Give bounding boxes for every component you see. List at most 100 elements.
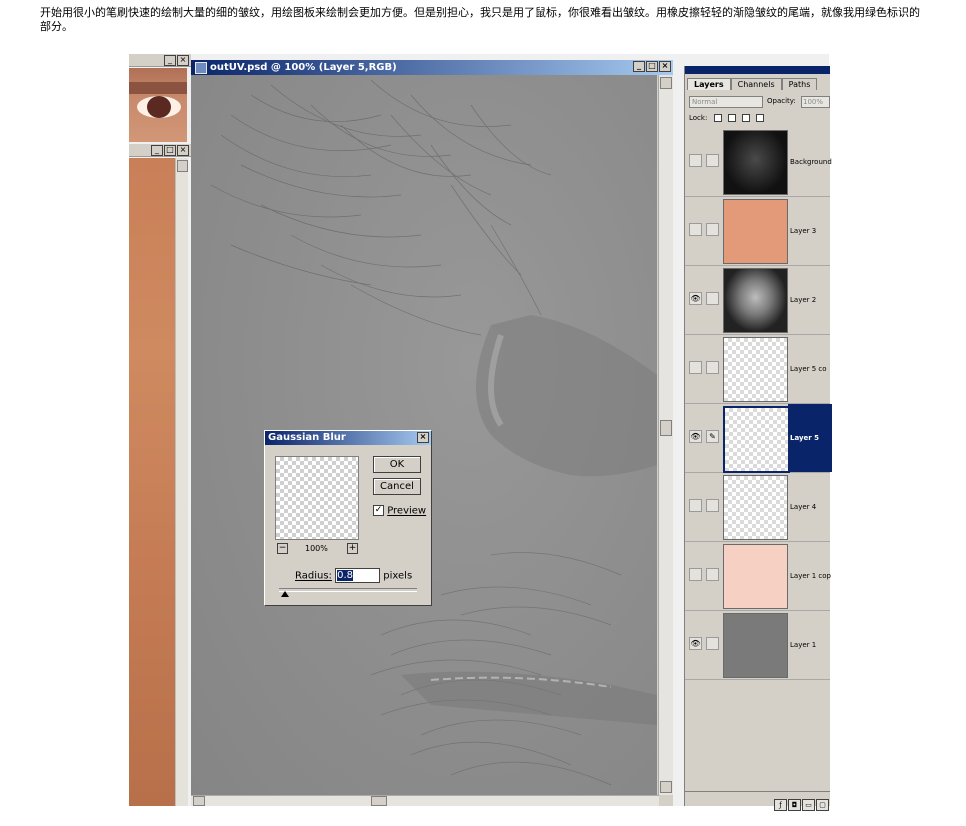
radius-unit: pixels [383, 570, 413, 582]
layer-row[interactable]: 👁 Layer 1 [685, 611, 830, 680]
layer-thumbnail [723, 337, 788, 402]
layer-row-selected[interactable]: 👁 ✎ Layer 5 [685, 404, 832, 473]
blend-mode-select[interactable]: Normal [689, 96, 763, 108]
scroll-left-arrow[interactable] [193, 796, 205, 806]
layer-name: Layer 2 [790, 296, 817, 304]
cancel-button[interactable]: Cancel [373, 478, 421, 495]
dialog-close-button[interactable]: × [417, 432, 429, 443]
zoom-out-button[interactable]: − [277, 543, 288, 554]
radius-label: Radius: [295, 570, 332, 582]
new-set-icon[interactable]: ▭ [802, 799, 815, 811]
ok-button[interactable]: OK [373, 456, 421, 473]
radius-input[interactable]: 0.8 [335, 568, 381, 583]
palette-footer: ƒ ◘ ▭ ▢ [685, 791, 830, 811]
tab-layers[interactable]: Layers [687, 78, 731, 90]
tab-paths[interactable]: Paths [781, 78, 818, 90]
radius-slider-handle[interactable] [281, 591, 289, 597]
layer-thumbnail [723, 268, 788, 333]
radius-row: Radius: 0.8 pixels [295, 568, 412, 583]
layer-thumbnail [723, 475, 788, 540]
eye-reference-image [129, 68, 187, 142]
preview-checkbox[interactable]: ✓ [373, 505, 384, 516]
radius-slider-track[interactable] [279, 588, 417, 592]
eye-icon[interactable]: 👁 [689, 637, 702, 650]
link-toggle[interactable] [706, 499, 719, 512]
link-toggle[interactable] [706, 361, 719, 374]
layer-name: Layer 4 [790, 503, 817, 511]
reference-window: _ × _ □ × [129, 54, 191, 806]
layer-name: Background [790, 158, 832, 166]
minimize-button[interactable]: _ [151, 145, 163, 156]
layer-row[interactable]: Background [685, 128, 832, 197]
brush-icon[interactable]: ✎ [706, 430, 719, 443]
maximize-button[interactable]: □ [164, 145, 176, 156]
gaussian-blur-dialog: Gaussian Blur × OK Cancel ✓ Preview − 10… [264, 430, 432, 606]
scroll-down-arrow[interactable] [660, 781, 672, 793]
filter-preview[interactable] [275, 456, 359, 540]
radius-value: 0.8 [337, 570, 353, 581]
lock-transparency-checkbox[interactable] [713, 114, 722, 122]
zoom-in-button[interactable]: + [347, 543, 358, 554]
layer-thumbnail [723, 199, 788, 264]
layer-mask-icon[interactable]: ◘ [788, 799, 801, 811]
scroll-thumb[interactable] [660, 420, 672, 436]
layer-thumbnail [723, 406, 790, 473]
document-horizontal-scrollbar[interactable] [191, 795, 659, 806]
lock-label: Lock: [689, 114, 708, 122]
dialog-titlebar[interactable]: Gaussian Blur × [265, 431, 431, 445]
layer-name: Layer 5 [788, 404, 832, 472]
lock-all-checkbox[interactable] [756, 114, 765, 122]
document-vertical-scrollbar[interactable] [658, 75, 673, 795]
preview-checkbox-row[interactable]: ✓ Preview [373, 505, 426, 517]
visibility-toggle[interactable] [689, 154, 702, 167]
opacity-label: Opacity: [767, 97, 796, 105]
tutorial-caption: 开始用很小的笔刷快速的绘制大量的细的皱纹，用绘图板来绘制会更加方便。但是别担心，… [40, 6, 920, 33]
visibility-toggle[interactable] [689, 568, 702, 581]
scroll-up-arrow[interactable] [177, 160, 188, 172]
visibility-toggle[interactable] [689, 223, 702, 236]
link-toggle[interactable] [706, 223, 719, 236]
layer-row[interactable]: Layer 1 cop [685, 542, 831, 611]
visibility-toggle[interactable] [689, 361, 702, 374]
link-toggle[interactable] [706, 568, 719, 581]
layer-thumbnail [723, 544, 788, 609]
layer-thumbnail [723, 130, 788, 195]
eye-icon[interactable]: 👁 [689, 430, 702, 443]
reference-titlebar-bottom: _ □ × [129, 144, 191, 157]
psd-file-icon [195, 62, 207, 74]
minimize-button[interactable]: _ [633, 61, 645, 72]
link-toggle[interactable] [706, 292, 719, 305]
zoom-level: 100% [305, 544, 328, 553]
minimize-button[interactable]: _ [164, 55, 176, 66]
close-button[interactable]: × [177, 55, 189, 66]
lock-row: Lock: [689, 114, 765, 122]
lock-image-checkbox[interactable] [727, 114, 736, 122]
eye-icon[interactable]: 👁 [689, 292, 702, 305]
layer-row[interactable]: 👁 Layer 2 [685, 266, 830, 335]
eye-iris [147, 96, 171, 118]
link-toggle[interactable] [706, 154, 719, 167]
layer-row[interactable]: Layer 5 co [685, 335, 830, 404]
close-button[interactable]: × [659, 61, 671, 72]
palette-titlebar[interactable] [685, 66, 830, 74]
layer-row[interactable]: Layer 3 [685, 197, 830, 266]
maximize-button[interactable]: □ [646, 61, 658, 72]
tab-channels[interactable]: Channels [730, 78, 782, 90]
visibility-toggle[interactable] [689, 499, 702, 512]
layer-name: Layer 1 [790, 641, 817, 649]
palette-tabs: Layers Channels Paths [687, 78, 818, 90]
new-layer-icon[interactable]: ▢ [816, 799, 829, 811]
lock-position-checkbox[interactable] [742, 114, 751, 122]
layer-row[interactable]: Layer 4 [685, 473, 830, 542]
document-titlebar[interactable]: outUV.psd @ 100% (Layer 5,RGB) _ □ × [191, 60, 673, 75]
opacity-input[interactable]: 100% [801, 96, 830, 108]
dialog-title: Gaussian Blur [268, 432, 346, 443]
layer-style-icon[interactable]: ƒ [774, 799, 787, 811]
skin-reference-image [129, 158, 175, 806]
reference-scrollbar[interactable] [175, 158, 188, 806]
link-toggle[interactable] [706, 637, 719, 650]
horizontal-scroll-thumb[interactable] [371, 796, 387, 806]
close-button[interactable]: × [177, 145, 189, 156]
layer-name: Layer 1 cop [790, 572, 831, 580]
scroll-up-arrow[interactable] [660, 77, 672, 89]
